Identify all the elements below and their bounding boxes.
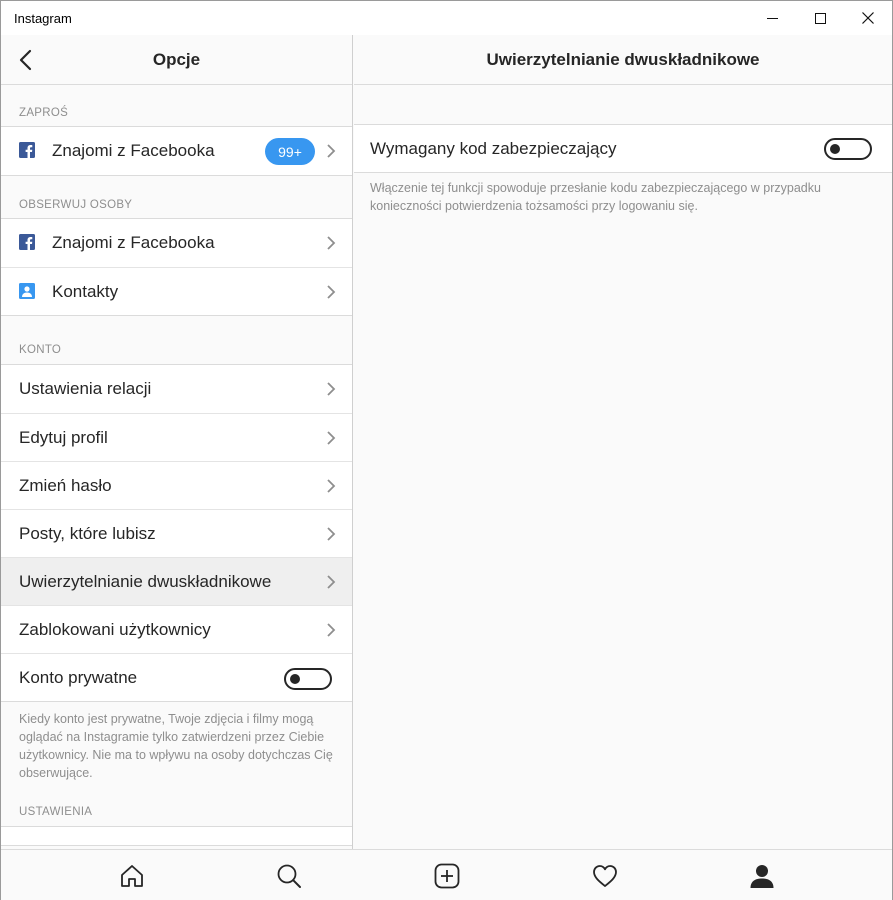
row-label: Kontakty — [52, 281, 119, 301]
close-button[interactable] — [844, 1, 892, 35]
add-post-icon — [434, 863, 460, 889]
facebook-icon — [19, 142, 37, 160]
chevron-right-icon — [327, 144, 336, 158]
nav-profile[interactable] — [748, 862, 776, 890]
heart-icon — [593, 865, 617, 887]
search-icon — [277, 864, 301, 888]
settings-group — [1, 826, 352, 846]
chevron-right-icon — [327, 285, 336, 299]
chevron-right-icon — [327, 575, 336, 589]
minimize-button[interactable] — [748, 1, 796, 35]
chevron-right-icon — [327, 382, 336, 396]
section-label-invite: ZAPROŚ — [19, 107, 69, 119]
maximize-icon — [814, 12, 826, 24]
row-label: Posty, które lubisz — [19, 523, 156, 543]
invite-group: Znajomi z Facebooka 99+ — [1, 126, 352, 176]
security-code-toggle[interactable] — [824, 138, 872, 160]
private-account-note: Kiedy konto jest prywatne, Twoje zdjęcia… — [19, 712, 333, 780]
back-button[interactable] — [13, 48, 37, 72]
profile-icon — [750, 865, 774, 888]
chevron-right-icon — [327, 479, 336, 493]
options-header: Opcje — [1, 35, 352, 85]
options-pane: Opcje ZAPROŚ Znajomi z Facebooka 99+ OBS… — [1, 35, 353, 849]
chevron-right-icon — [327, 623, 336, 637]
detail-header: Uwierzytelnianie dwuskładnikowe — [354, 35, 892, 85]
invite-facebook-friends[interactable]: Znajomi z Facebooka 99+ — [1, 127, 352, 175]
settings-item-relations[interactable]: Ustawienia relacji — [1, 365, 352, 413]
chevron-right-icon — [327, 527, 336, 541]
friends-count-badge: 99+ — [265, 138, 315, 165]
settings-item-blocked-users[interactable]: Zablokowani użytkownicy — [1, 605, 352, 653]
page-title: Opcje — [152, 49, 201, 69]
row-label: Znajomi z Facebooka — [52, 141, 215, 160]
security-code-row: Wymagany kod zabezpieczający — [354, 124, 892, 173]
close-icon — [862, 12, 874, 24]
chevron-right-icon — [327, 431, 336, 445]
settings-item-private-account: Konto prywatne — [1, 653, 352, 701]
settings-item-change-password[interactable]: Zmień hasło — [1, 461, 352, 509]
maximize-button[interactable] — [796, 1, 844, 35]
row-label: Znajomi z Facebooka — [52, 233, 215, 252]
chevron-right-icon — [327, 236, 336, 250]
follow-contacts[interactable]: Kontakty — [1, 267, 352, 315]
title-bar: Instagram — [1, 1, 892, 35]
window-controls — [748, 1, 892, 35]
detail-pane: Uwierzytelnianie dwuskładnikowe Wymagany… — [354, 35, 892, 849]
section-label-settings: USTAWIENIA — [19, 806, 93, 818]
row-label: Ustawienia relacji — [19, 379, 152, 398]
row-label: Uwierzytelnianie dwuskładnikowe — [19, 571, 272, 591]
row-label: Edytuj profil — [19, 427, 108, 447]
security-code-label: Wymagany kod zabezpieczający — [370, 138, 617, 158]
bottom-nav — [1, 849, 892, 900]
app-title: Instagram — [14, 10, 72, 26]
section-label-account: KONTO — [19, 344, 62, 356]
follow-group: Znajomi z Facebooka Kontakty — [1, 218, 352, 316]
row-label: Konto prywatne — [19, 667, 138, 687]
nav-search[interactable] — [275, 862, 303, 890]
section-label-follow: OBSERWUJ OSOBY — [19, 199, 133, 211]
contacts-icon — [19, 282, 37, 301]
follow-facebook-friends[interactable]: Znajomi z Facebooka — [1, 219, 352, 267]
toggle-knob — [290, 674, 300, 684]
account-group: Ustawienia relacji Edytuj profil Zmień h… — [1, 364, 352, 702]
detail-title: Uwierzytelnianie dwuskładnikowe — [486, 49, 760, 69]
facebook-icon — [19, 234, 37, 252]
toggle-knob — [830, 144, 840, 154]
row-label: Zmień hasło — [19, 475, 112, 495]
nav-activity[interactable] — [591, 862, 619, 890]
settings-item-edit-profile[interactable]: Edytuj profil — [1, 413, 352, 461]
nav-home[interactable] — [118, 862, 146, 890]
security-code-note: Włączenie tej funkcji spowoduje przesłan… — [370, 181, 821, 213]
back-arrow-icon — [19, 49, 32, 71]
settings-item-two-factor[interactable]: Uwierzytelnianie dwuskładnikowe — [1, 557, 352, 605]
private-account-toggle[interactable] — [284, 668, 332, 690]
settings-item-liked-posts[interactable]: Posty, które lubisz — [1, 509, 352, 557]
row-label: Zablokowani użytkownicy — [19, 619, 211, 639]
nav-add-post[interactable] — [433, 862, 461, 890]
minimize-icon — [766, 17, 778, 19]
app-window: Instagram Opcje ZAPROŚ Znajomi z Faceboo… — [0, 0, 893, 900]
home-icon — [121, 865, 143, 887]
